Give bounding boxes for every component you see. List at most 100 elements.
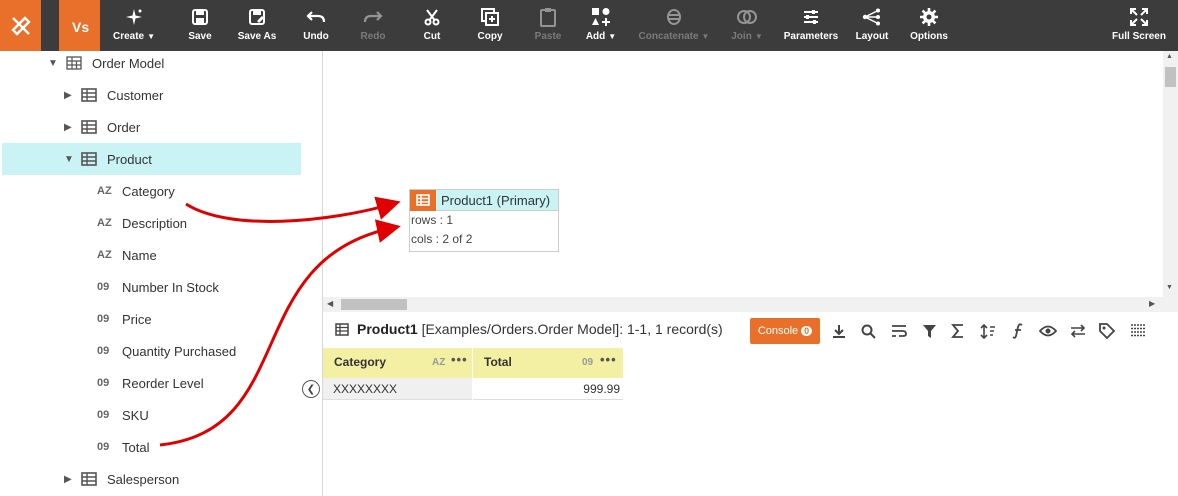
expand-triangle-icon[interactable]: ▶: [64, 90, 72, 101]
eye-icon[interactable]: [1039, 322, 1057, 340]
grid-icon[interactable]: [1129, 322, 1147, 340]
number-type-icon: 09: [97, 281, 110, 293]
tree-item-customer[interactable]: ▶ Customer: [2, 79, 301, 111]
number-type-icon: 09: [582, 357, 594, 368]
function-icon[interactable]: [1009, 322, 1027, 340]
copy-icon: [480, 4, 500, 30]
chevron-down-icon: ▼: [701, 32, 710, 41]
tree-item-salesperson[interactable]: ▶ Salesperson: [2, 463, 301, 495]
column-label: Category: [122, 183, 175, 199]
tree-item-order-model[interactable]: ▼ Order Model: [2, 47, 301, 79]
undo-button[interactable]: Undo: [301, 0, 331, 51]
download-icon[interactable]: [830, 322, 848, 340]
vs-logo-icon[interactable]: Vs: [59, 0, 100, 51]
add-button[interactable]: Add ▼: [584, 0, 618, 51]
scroll-right-icon[interactable]: ▶: [1149, 299, 1155, 308]
parameters-label: Parameters: [783, 31, 839, 42]
undo-icon: [306, 4, 326, 30]
tree-item-product[interactable]: ▼ Product: [2, 143, 301, 175]
tag-icon[interactable]: [1098, 322, 1116, 340]
number-type-icon: 09: [97, 409, 110, 421]
schema-canvas[interactable]: Product1 (Primary) rows : 1 cols : 2 of …: [323, 51, 1178, 313]
sort-icon[interactable]: [979, 322, 997, 340]
expand-triangle-icon[interactable]: ▶: [64, 474, 72, 485]
cut-button[interactable]: Cut: [417, 0, 447, 51]
column-label: Description: [122, 215, 188, 231]
scroll-left-icon[interactable]: ◀: [327, 299, 333, 308]
parameters-button[interactable]: Parameters: [783, 0, 839, 51]
tree-column-name[interactable]: AZ Name: [2, 239, 301, 271]
data-model-tree: ▼ Order Model ▶ Customer ▶ Order ▼ Produ…: [0, 51, 322, 496]
horizontal-scrollbar[interactable]: ◀ ▶: [323, 297, 1178, 312]
tree-column-description[interactable]: AZ Description: [2, 207, 301, 239]
main-toolbar: Vs Create ▼ Save Save As Undo Redo Cut Co…: [0, 0, 1178, 51]
wand-icon: [124, 4, 144, 30]
scroll-thumb[interactable]: [1165, 67, 1176, 87]
table-node-product1[interactable]: Product1 (Primary) rows : 1 cols : 2 of …: [409, 189, 559, 252]
collapse-triangle-icon[interactable]: ▼: [64, 154, 74, 165]
tree-column-category[interactable]: AZ Category: [2, 175, 301, 207]
grid-header-total[interactable]: Total 09 •••: [473, 348, 623, 378]
concatenate-button[interactable]: Concatenate ▼: [637, 0, 711, 51]
scroll-thumb[interactable]: [341, 299, 407, 310]
column-label: Name: [122, 247, 157, 263]
paste-label: Paste: [534, 31, 562, 42]
undo-label: Undo: [303, 31, 329, 42]
tree-column-reorder-level[interactable]: 09 Reorder Level: [2, 367, 301, 399]
options-button[interactable]: Options: [909, 0, 949, 51]
scroll-up-icon[interactable]: ▲: [1166, 53, 1173, 60]
tree-column-quantity-purchased[interactable]: 09 Quantity Purchased: [2, 335, 301, 367]
collapse-left-icon[interactable]: ❮: [302, 380, 320, 398]
concatenate-icon: [665, 4, 683, 30]
redo-button[interactable]: Redo: [358, 0, 388, 51]
layout-button[interactable]: Layout: [855, 0, 889, 51]
more-options-icon[interactable]: •••: [451, 352, 468, 367]
swap-icon[interactable]: [1069, 322, 1087, 340]
tree-column-price[interactable]: 09 Price: [2, 303, 301, 335]
sigma-icon[interactable]: [949, 322, 967, 340]
text-type-icon: AZ: [97, 249, 112, 261]
create-button[interactable]: Create ▼: [109, 0, 159, 51]
more-options-icon[interactable]: •••: [600, 352, 617, 367]
node-rows: rows : 1: [411, 213, 454, 227]
collapse-triangle-icon[interactable]: ▼: [48, 58, 58, 69]
chevron-down-icon: ▼: [147, 32, 156, 41]
search-icon[interactable]: [859, 322, 877, 340]
fullscreen-button[interactable]: Full Screen: [1111, 0, 1167, 51]
grid-header-category[interactable]: Category AZ •••: [323, 348, 472, 378]
node-header[interactable]: Product1 (Primary): [410, 189, 558, 211]
number-type-icon: 09: [97, 345, 110, 357]
tree-column-sku[interactable]: 09 SKU: [2, 399, 301, 431]
console-label: Console: [757, 325, 799, 337]
console-button[interactable]: Console 0: [750, 318, 820, 344]
redo-icon: [363, 4, 383, 30]
scroll-down-icon[interactable]: ▼: [1166, 284, 1173, 291]
copy-button[interactable]: Copy: [475, 0, 505, 51]
chevron-down-icon: ▼: [754, 32, 763, 41]
column-label: Reorder Level: [122, 375, 204, 391]
join-label: Join: [731, 31, 752, 42]
table-icon: [81, 152, 97, 166]
create-label: Create: [112, 31, 145, 42]
number-type-icon: 09: [97, 377, 110, 389]
save-button[interactable]: Save: [185, 0, 215, 51]
paste-button[interactable]: Paste: [533, 0, 563, 51]
tree-column-number-in-stock[interactable]: 09 Number In Stock: [2, 271, 301, 303]
tree-item-order[interactable]: ▶ Order: [2, 111, 301, 143]
cut-label: Cut: [423, 31, 441, 42]
bridge-logo-icon[interactable]: [0, 0, 41, 51]
save-as-button[interactable]: Save As: [236, 0, 278, 51]
wrap-icon[interactable]: [890, 322, 908, 340]
layout-icon: [862, 4, 882, 30]
column-label: SKU: [122, 407, 149, 423]
vertical-scrollbar[interactable]: ▲ ▼: [1163, 51, 1178, 297]
redo-label: Redo: [360, 31, 386, 42]
expand-triangle-icon[interactable]: ▶: [64, 122, 72, 133]
concatenate-label: Concatenate: [638, 31, 699, 42]
filter-icon[interactable]: [920, 322, 938, 340]
tree-column-total[interactable]: 09 Total: [2, 431, 301, 463]
svg-text:Vs: Vs: [72, 19, 89, 35]
join-button[interactable]: Join ▼: [729, 0, 765, 51]
grid-cell-total[interactable]: 999.99: [473, 378, 623, 400]
grid-cell-category[interactable]: XXXXXXXX: [323, 378, 472, 400]
